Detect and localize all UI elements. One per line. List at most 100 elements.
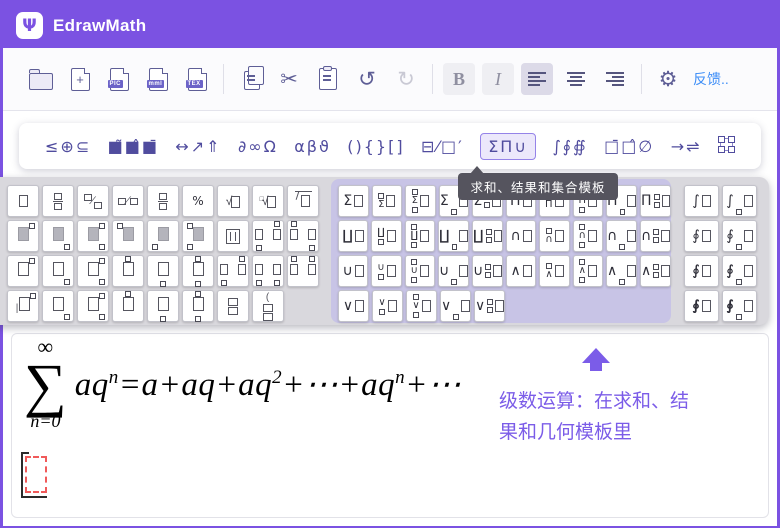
template-cell-stk[interactable] xyxy=(217,290,249,322)
align-center-button[interactable] xyxy=(560,63,592,95)
integral-template-∯plain[interactable]: ∮∮ xyxy=(684,255,719,287)
export-mml-button[interactable]: mml xyxy=(142,63,174,95)
template-cell-duotb[interactable] xyxy=(287,220,319,252)
template-cell-scropentr|[interactable]: | xyxy=(7,290,39,322)
template-cell-scropent[interactable] xyxy=(112,290,144,322)
nary-template-∧subsup[interactable]: ∧ xyxy=(640,255,671,287)
export-tex-button[interactable]: TEX xyxy=(181,63,213,95)
integral-template-∮sub[interactable]: ∮ xyxy=(722,220,757,252)
cut-button[interactable]: ✂ xyxy=(273,63,305,95)
nary-template-∨topbot[interactable]: ∨ xyxy=(406,290,437,322)
new-document-button[interactable]: + xyxy=(64,63,96,95)
nary-template-∨bot[interactable]: ∨ xyxy=(372,290,403,322)
template-cell-lfrac[interactable]: ∕ xyxy=(112,185,144,217)
settings-button[interactable]: ⚙ xyxy=(652,63,684,95)
integral-template-∫sub[interactable]: ∫ xyxy=(722,185,757,217)
paste-button[interactable] xyxy=(312,63,344,95)
category-bar-hat-templates[interactable]: □̄□̂∅ xyxy=(604,137,654,156)
template-cell-scropenb[interactable] xyxy=(147,290,179,322)
category-arrows[interactable]: ↔↗⇑ xyxy=(175,137,221,156)
nary-template-∪plain[interactable]: ∪ xyxy=(338,255,368,287)
feedback-link[interactable]: 反馈.. xyxy=(693,63,729,95)
category-relations[interactable]: ≤⊕⊆ xyxy=(45,137,91,156)
nary-template-σtopbot[interactable]: Σ xyxy=(405,185,436,217)
nary-template-∩topbot[interactable]: ∩ xyxy=(573,220,603,252)
copy-button[interactable] xyxy=(234,63,266,95)
nary-template-∐sub[interactable]: ∐ xyxy=(438,220,469,252)
nary-template-σtop[interactable]: Σ xyxy=(372,185,403,217)
nary-template-∪bot[interactable]: ∪ xyxy=(371,255,401,287)
nary-template-πsubsup[interactable]: Π xyxy=(640,185,671,217)
template-cell-tri[interactable] xyxy=(217,220,249,252)
nary-template-∧top[interactable]: ∧ xyxy=(539,255,569,287)
category-greek-letters[interactable]: αβϑ xyxy=(294,137,331,156)
nary-template-∧plain[interactable]: ∧ xyxy=(506,255,536,287)
integral-template-∯sub[interactable]: ∮∮ xyxy=(722,255,757,287)
nary-template-σplain[interactable]: Σ xyxy=(338,185,369,217)
align-left-button[interactable] xyxy=(521,63,553,95)
template-cell-scropenb[interactable] xyxy=(147,255,179,287)
nary-template-∪topbot[interactable]: ∪ xyxy=(405,255,435,287)
nary-template-∩sub[interactable]: ∩ xyxy=(606,220,637,252)
template-cell-scrfilltl[interactable] xyxy=(112,220,144,252)
nary-template-∐topbot[interactable]: ∐ xyxy=(405,220,435,252)
template-cell-scrfillbl[interactable] xyxy=(147,220,179,252)
nary-template-∩plain[interactable]: ∩ xyxy=(506,220,536,252)
category-sum-product-set-templates[interactable]: ΣΠ∪ xyxy=(480,133,536,160)
nary-template-∪subsup[interactable]: ∪ xyxy=(472,255,503,287)
integral-template-∮plain[interactable]: ∮ xyxy=(684,220,719,252)
nary-template-∨subsup[interactable]: ∨ xyxy=(474,290,505,322)
nary-template-∐bot[interactable]: ∐ xyxy=(371,220,401,252)
open-file-button[interactable] xyxy=(25,63,57,95)
template-cell-scropenbr[interactable] xyxy=(42,255,74,287)
bold-button[interactable]: B xyxy=(443,63,475,95)
template-cell-stk([interactable]: ( xyxy=(252,290,284,322)
template-cell-box[interactable] xyxy=(7,185,39,217)
nary-template-∨sub[interactable]: ∨ xyxy=(440,290,471,322)
align-right-button[interactable] xyxy=(599,63,631,95)
category-integral-templates[interactable]: ∫∮∯ xyxy=(552,137,587,156)
nary-template-∪sub[interactable]: ∪ xyxy=(438,255,469,287)
template-cell-scropent[interactable] xyxy=(112,255,144,287)
template-cell-scropentrbr[interactable] xyxy=(77,255,109,287)
insertion-cursor[interactable] xyxy=(21,452,55,498)
integral-template-∰plain[interactable]: ∮∮∮ xyxy=(684,290,719,322)
template-cell-duobb[interactable] xyxy=(252,255,284,287)
nary-template-∩top[interactable]: ∩ xyxy=(539,220,569,252)
integral-template-∰sub[interactable]: ∮∮∮ xyxy=(722,290,757,322)
undo-button[interactable]: ↺ xyxy=(351,63,383,95)
nary-template-∧sub[interactable]: ∧ xyxy=(606,255,637,287)
template-cell-scropentb[interactable] xyxy=(182,255,214,287)
nary-template-∐plain[interactable]: ∐ xyxy=(338,220,368,252)
category-matrix-templates[interactable] xyxy=(718,136,735,157)
category-brackets[interactable]: (){}[] xyxy=(347,137,404,156)
export-pic-button[interactable]: PIC xyxy=(103,63,135,95)
category-accented-boxes[interactable]: ■̃■̂■̄ xyxy=(108,137,159,156)
template-cell-nroot[interactable]: □√ xyxy=(252,185,284,217)
nary-template-∧topbot[interactable]: ∧ xyxy=(573,255,603,287)
template-cell-sfrac[interactable] xyxy=(147,185,179,217)
template-cell-duobt[interactable] xyxy=(217,255,249,287)
nary-template-∨plain[interactable]: ∨ xyxy=(338,290,369,322)
template-cell-scrfilltr[interactable] xyxy=(7,220,39,252)
template-cell-pct%[interactable]: % xyxy=(182,185,214,217)
template-cell-ldiv[interactable] xyxy=(287,185,319,217)
template-cell-sqrt[interactable]: √ xyxy=(217,185,249,217)
category-labeled-arrows[interactable]: →⇌ xyxy=(671,137,702,156)
nary-template-∐subsup[interactable]: ∐ xyxy=(472,220,503,252)
template-cell-duott[interactable] xyxy=(287,255,319,287)
template-cell-scropentr[interactable] xyxy=(7,255,39,287)
template-cell-scropentb[interactable] xyxy=(182,290,214,322)
category-fraction-radical-templates[interactable]: ⊟⁄□′ xyxy=(421,137,464,156)
nary-template-∩subsup[interactable]: ∩ xyxy=(640,220,671,252)
category-misc-symbols[interactable]: ∂∞Ω xyxy=(238,137,278,156)
template-cell-scrfillbr[interactable] xyxy=(42,220,74,252)
template-cell-scropentrbr[interactable] xyxy=(77,290,109,322)
integral-template-∫plain[interactable]: ∫ xyxy=(684,185,719,217)
template-cell-vfrac[interactable] xyxy=(42,185,74,217)
template-cell-scrfilltrbr[interactable] xyxy=(77,220,109,252)
template-cell-scrfilltlbl[interactable] xyxy=(182,220,214,252)
italic-button[interactable]: I xyxy=(482,63,514,95)
template-cell-duobt[interactable] xyxy=(252,220,284,252)
equation-canvas[interactable]: ∞ ∑ n=0 aqn=a+aq+aq2+⋯+aqn+⋯ 级数运算：在求和、结 … xyxy=(11,333,769,518)
